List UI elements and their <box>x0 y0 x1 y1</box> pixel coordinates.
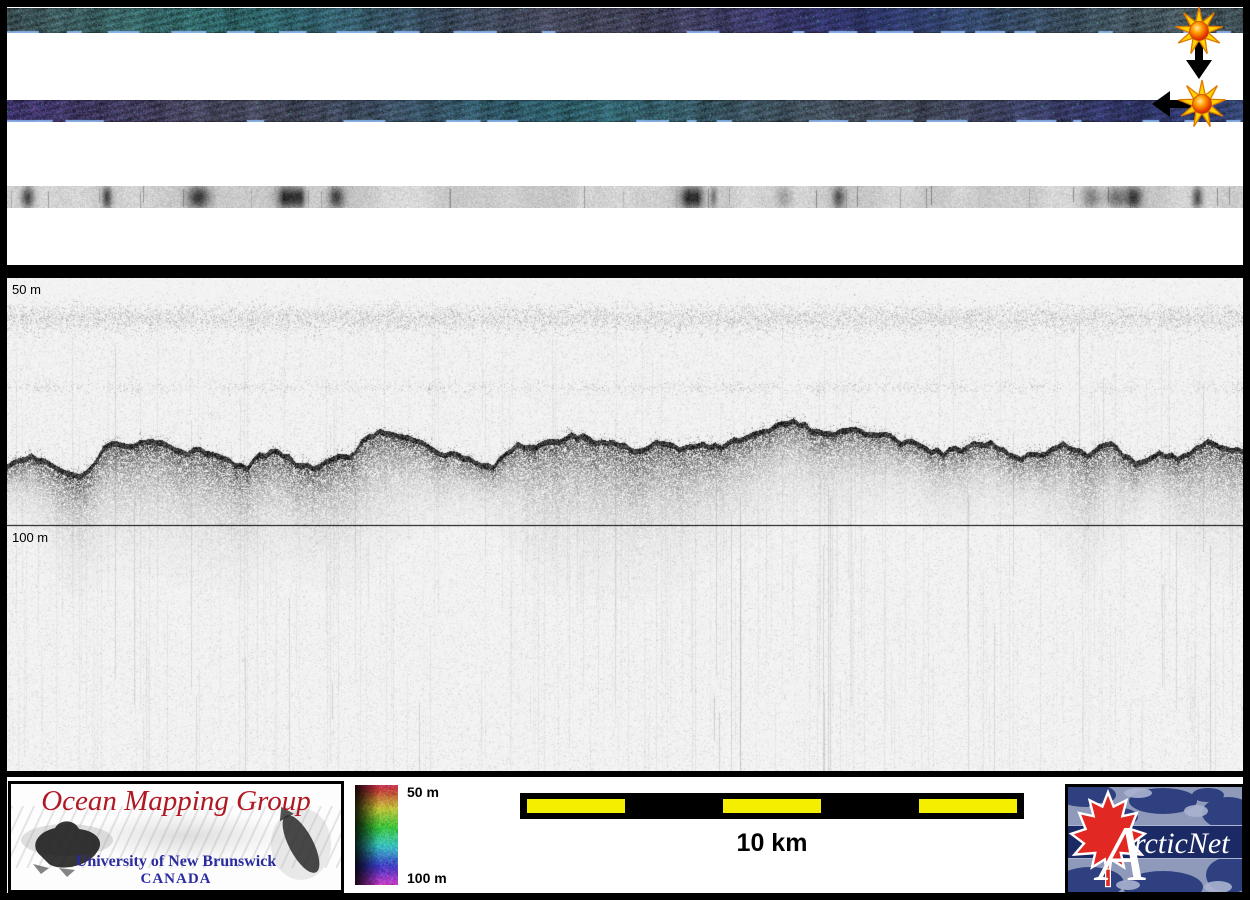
distance-scalebar <box>520 793 1024 819</box>
arcticnet-wordmark: rcticNet <box>1134 827 1230 860</box>
scalebar-yellow-segment <box>723 799 821 813</box>
arcticnet-logo-art: A rcticNet <box>1068 787 1242 892</box>
ocean-mapping-group-logo: Ocean Mapping Group University of New Br… <box>8 781 344 893</box>
footer-bar: Ocean Mapping Group University of New Br… <box>7 777 1243 893</box>
omg-university-line: University of New Brunswick <box>11 853 341 871</box>
depth-label-100m: 100 m <box>12 531 48 545</box>
omg-canada-line: CANADA <box>11 871 341 888</box>
multibeam-swath-2 <box>7 100 1243 122</box>
survey-figure: { "page": {"width": 1250, "height": 900,… <box>0 0 1250 900</box>
omg-title: Ocean Mapping Group <box>11 785 341 818</box>
arcticnet-logo: A rcticNet <box>1065 784 1245 895</box>
depth-colorbar <box>355 785 398 885</box>
multibeam-swath-1 <box>7 8 1243 33</box>
scalebar-yellow-segment <box>527 799 625 813</box>
starburst-icon <box>1173 5 1225 57</box>
swath-strips-panel <box>7 7 1243 265</box>
sidescan-swath <box>7 186 1243 208</box>
depth-label-50m: 50 m <box>12 283 41 297</box>
scalebar-yellow-segment <box>919 799 1017 813</box>
subbottom-profiler-record <box>7 278 1243 771</box>
subbottom-profiler-panel: 50 m 100 m <box>7 278 1243 771</box>
starburst-icon <box>1176 78 1228 130</box>
colorbar-label-bottom: 100 m <box>407 870 447 886</box>
colorbar-label-top: 50 m <box>407 784 439 800</box>
scalebar-label: 10 km <box>520 829 1024 858</box>
